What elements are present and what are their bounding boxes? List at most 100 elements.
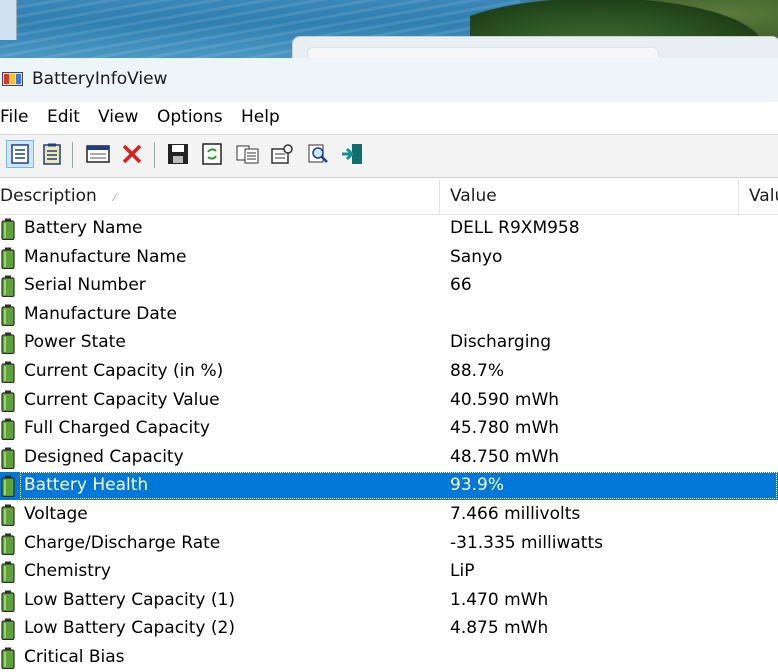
table-row[interactable]: Critical Bias xyxy=(0,644,778,672)
column-divider[interactable] xyxy=(738,180,739,214)
properties-window-icon xyxy=(86,145,110,163)
row-description: Low Battery Capacity (2) xyxy=(24,618,235,639)
row-description: Chemistry xyxy=(24,561,111,582)
window-title: BatteryInfoView xyxy=(32,69,168,89)
row-value: 7.466 millivolts xyxy=(450,504,581,524)
refresh-button[interactable] xyxy=(198,140,226,168)
battery-icon xyxy=(1,447,15,469)
menu-view[interactable]: View xyxy=(98,107,138,127)
save-icon xyxy=(168,144,188,164)
battery-icon xyxy=(1,332,15,355)
row-value: 93.9% xyxy=(450,475,505,496)
menu-edit[interactable]: Edit xyxy=(47,107,80,127)
copy-button[interactable] xyxy=(234,140,262,168)
battery-icon xyxy=(1,561,15,584)
column-header-description[interactable]: Description xyxy=(0,186,97,206)
row-value: 66 xyxy=(450,275,472,296)
find-button[interactable] xyxy=(304,140,332,168)
battery-icon xyxy=(1,590,15,612)
row-value: 45.780 mWh xyxy=(450,418,560,439)
table-row[interactable]: Chemistry LiP xyxy=(0,558,778,586)
exit-icon xyxy=(342,144,362,164)
column-divider[interactable] xyxy=(439,180,440,214)
html-report-all-button[interactable] xyxy=(6,140,34,168)
battery-icon xyxy=(1,390,15,412)
html-report-all-icon xyxy=(11,144,29,164)
table-row[interactable]: Manufacture Name Sanyo xyxy=(0,244,778,272)
table-row[interactable]: Current Capacity Value 40.590 mWh xyxy=(0,387,778,415)
html-report-selected-icon xyxy=(43,143,61,165)
row-value: 40.590 mWh xyxy=(450,389,560,410)
row-value: Discharging xyxy=(450,332,551,353)
properties-icon xyxy=(271,144,293,164)
delete-icon xyxy=(122,144,142,164)
toolbar-separator xyxy=(154,142,155,168)
table-row[interactable]: Current Capacity (in %) 88.7% xyxy=(0,358,778,386)
battery-icon xyxy=(1,533,15,555)
column-header-value-2[interactable]: Valu xyxy=(749,186,778,206)
row-description: Battery Health xyxy=(24,475,149,496)
properties-button[interactable] xyxy=(268,140,296,168)
delete-button[interactable] xyxy=(118,140,146,168)
battery-icon xyxy=(1,247,15,269)
table-row[interactable]: Serial Number 66 xyxy=(0,272,778,300)
html-report-selected-button[interactable] xyxy=(38,140,66,168)
sort-indicator-icon: ⁄ xyxy=(114,191,116,204)
row-description: Manufacture Name xyxy=(24,246,187,267)
menu-file[interactable]: File xyxy=(0,107,28,127)
menu-help[interactable]: Help xyxy=(241,107,280,127)
row-value: LiP xyxy=(450,561,475,582)
table-row[interactable]: Battery Health 93.9% xyxy=(0,472,778,501)
properties-window-button[interactable] xyxy=(84,140,112,168)
row-description: Low Battery Capacity (1) xyxy=(24,589,235,610)
column-header-value[interactable]: Value xyxy=(450,186,497,206)
row-description: Current Capacity Value xyxy=(24,389,220,410)
row-value: DELL R9XM958 xyxy=(450,218,580,238)
battery-icon xyxy=(1,361,15,383)
table-row[interactable]: Designed Capacity 48.750 mWh xyxy=(0,444,778,472)
exit-button[interactable] xyxy=(338,140,366,168)
battery-icon xyxy=(1,218,15,240)
row-description: Manufacture Date xyxy=(24,303,177,324)
row-description: Power State xyxy=(24,332,126,353)
row-value: 88.7% xyxy=(450,361,505,381)
row-value: 4.875 mWh xyxy=(450,618,549,639)
toolbar-separator xyxy=(72,142,73,168)
background-window[interactable] xyxy=(292,36,778,58)
table-row[interactable]: Low Battery Capacity (2) 4.875 mWh xyxy=(0,615,778,643)
table-row[interactable]: Battery Name DELL R9XM958 xyxy=(0,215,778,243)
row-value: Sanyo xyxy=(450,246,503,267)
battery-icon xyxy=(1,304,15,326)
row-value: 1.470 mWh xyxy=(450,589,549,610)
toolbar xyxy=(0,134,778,178)
battery-icon xyxy=(1,475,15,498)
row-description: Critical Bias xyxy=(24,647,125,667)
row-description: Charge/Discharge Rate xyxy=(24,532,221,553)
row-description: Designed Capacity xyxy=(24,446,184,467)
desktop-shortcut-icon[interactable] xyxy=(0,0,17,40)
table-row[interactable]: Power State Discharging xyxy=(0,329,778,357)
row-description: Battery Name xyxy=(24,218,143,238)
row-description: Full Charged Capacity xyxy=(24,418,210,439)
row-description: Serial Number xyxy=(24,275,146,296)
desktop-background xyxy=(0,0,778,58)
menu-options[interactable]: Options xyxy=(157,107,223,127)
battery-icon xyxy=(1,418,15,441)
list-header xyxy=(0,178,778,215)
battery-icon xyxy=(1,275,15,298)
row-value: -31.335 milliwatts xyxy=(450,532,603,553)
battery-app-icon xyxy=(2,72,23,86)
table-row[interactable]: Voltage 7.466 millivolts xyxy=(0,501,778,529)
refresh-icon xyxy=(202,143,222,165)
battery-icon xyxy=(1,504,15,526)
row-value: 48.750 mWh xyxy=(450,446,560,467)
table-row[interactable]: Low Battery Capacity (1) 1.470 mWh xyxy=(0,587,778,615)
row-description: Voltage xyxy=(24,504,88,524)
table-row[interactable]: Full Charged Capacity 45.780 mWh xyxy=(0,415,778,443)
table-row[interactable]: Manufacture Date xyxy=(0,301,778,329)
find-icon xyxy=(308,144,328,163)
table-row[interactable]: Charge/Discharge Rate -31.335 milliwatts xyxy=(0,530,778,558)
save-button[interactable] xyxy=(164,140,192,168)
copy-icon xyxy=(236,145,259,164)
battery-icon xyxy=(1,647,15,669)
